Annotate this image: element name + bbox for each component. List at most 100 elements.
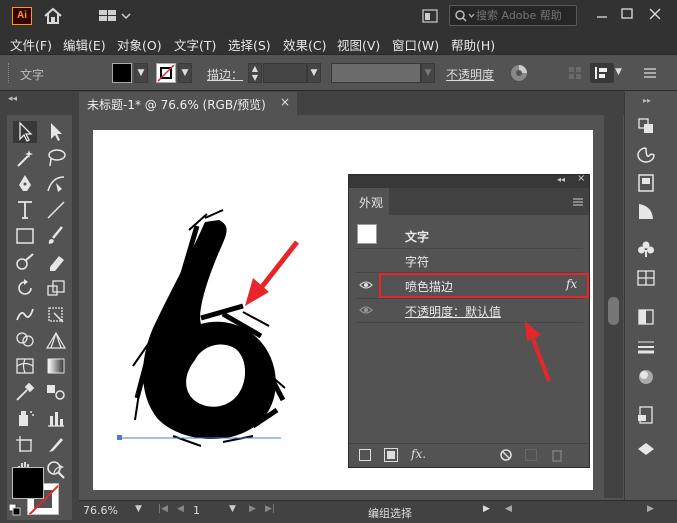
artboard-dropdown-icon[interactable]: ▼ [229,504,236,514]
artboard-tool-icon[interactable] [13,433,37,455]
layers-panel-icon[interactable] [634,114,658,136]
next-artboard-icon[interactable]: ▶ [249,504,256,514]
recolor-artwork-icon[interactable] [509,63,529,83]
tab-appearance[interactable]: 外观 [349,188,389,215]
appearance-row-type[interactable]: 文字 [355,221,583,249]
symbols-panel-icon[interactable] [634,238,658,260]
profile-dropdown[interactable]: ▼ [421,63,435,83]
transparency-panel-icon[interactable] [634,306,658,328]
fx-icon[interactable]: fx [566,277,577,291]
delete-item-icon[interactable] [551,448,563,462]
fill-dropdown[interactable]: ▼ [134,63,148,83]
fill-swatch[interactable] [112,63,132,83]
add-new-fill-icon[interactable] [384,448,398,462]
symbol-sprayer-tool-icon[interactable] [13,407,37,429]
vertical-scrollbar[interactable] [604,115,623,498]
variable-width-profile[interactable] [331,63,421,83]
stroke-weight-stepper[interactable]: ▲ ▼ [248,63,262,83]
selection-tool-icon[interactable] [13,121,37,143]
magic-wand-tool-icon[interactable] [13,147,37,169]
menu-window[interactable]: 窗口(W) [392,35,439,54]
stroke-weight-field[interactable] [263,63,307,83]
collapse-toolbox-icon[interactable]: ◂◂ [8,94,17,104]
scroll-left-icon[interactable]: ◀ [505,504,512,514]
first-artboard-icon[interactable]: |◀ [158,504,168,514]
stroke-weight-dropdown[interactable]: ▼ [307,63,321,83]
maximize-icon[interactable] [616,4,638,24]
swap-colors-icon[interactable] [52,465,66,477]
panel-menu-icon[interactable] [571,195,585,209]
menu-object[interactable]: 对象(O) [117,35,162,54]
column-graph-tool-icon[interactable] [44,407,68,429]
gradient-panel-icon[interactable] [634,200,658,222]
add-new-effect-icon[interactable]: fx. [411,447,426,461]
add-new-stroke-icon[interactable] [359,449,371,461]
warp-tool-icon[interactable] [13,303,37,325]
close-panel-icon[interactable]: × [577,173,585,184]
scroll-thumb[interactable] [608,297,619,325]
appearance-row-spray-stroke[interactable]: 喷色描边 fx [355,273,589,299]
minimize-icon[interactable] [591,4,613,24]
arrange-documents-icon[interactable] [421,8,439,24]
visibility-eye-icon[interactable] [359,303,373,317]
stroke-dropdown[interactable]: ▼ [178,63,192,83]
export-panel-icon[interactable] [634,404,658,426]
scroll-right-icon[interactable]: ▶ [647,504,654,514]
artboard-number[interactable]: 1 [193,504,200,517]
type-tool-icon[interactable] [13,199,37,221]
eraser-tool-icon[interactable] [44,251,68,273]
menu-edit[interactable]: 编辑(E) [63,35,106,54]
slice-tool-icon[interactable] [44,433,68,455]
perspective-grid-tool-icon[interactable] [44,329,68,351]
shape-builder-tool-icon[interactable] [13,329,37,351]
curvature-tool-icon[interactable] [44,173,68,195]
color-theme-panel-icon[interactable] [634,144,658,166]
appearance-row-characters[interactable]: 字符 [355,249,583,273]
collapse-panel-icon[interactable]: ◂◂ [557,175,565,184]
expand-panels-icon[interactable]: ▸▸ [643,96,651,105]
last-artboard-icon[interactable]: ▶| [265,504,275,514]
visibility-eye-icon[interactable] [359,278,373,292]
direct-selection-tool-icon[interactable] [44,121,68,143]
blend-tool-icon[interactable] [44,381,68,403]
line-tool-icon[interactable] [44,199,68,221]
zoom-level[interactable]: 76.6% [83,504,118,517]
previous-artboard-icon[interactable]: ◀ [177,504,184,514]
eyedropper-tool-icon[interactable] [13,381,37,403]
stroke-swatch[interactable] [156,63,176,83]
paintbrush-tool-icon[interactable] [44,225,68,247]
rectangle-tool-icon[interactable] [13,225,37,247]
align-icon[interactable] [567,65,583,81]
menu-help[interactable]: 帮助(H) [451,35,495,54]
help-search[interactable] [449,5,577,26]
stroke-panel-icon[interactable] [634,336,658,358]
transform-icon[interactable] [590,63,614,83]
appearance-panel-icon[interactable] [634,366,658,388]
close-document-icon[interactable]: × [280,95,290,109]
gradient-tool-icon[interactable] [44,355,68,377]
duplicate-item-icon[interactable] [525,449,537,461]
zoom-dropdown-icon[interactable]: ▼ [135,504,142,514]
menu-select[interactable]: 选择(S) [228,35,271,54]
status-menu-icon[interactable]: ▶ [483,504,490,514]
document-panel-icon[interactable] [634,172,658,194]
document-tab[interactable]: 未标题-1* @ 76.6% (RGB/预览) × [79,92,297,115]
control-menu-icon[interactable] [641,65,659,81]
scale-tool-icon[interactable] [44,277,68,299]
pen-tool-icon[interactable] [13,173,37,195]
clear-appearance-icon[interactable] [499,448,513,462]
rotate-tool-icon[interactable] [13,277,37,299]
menu-type[interactable]: 文字(T) [174,35,216,54]
home-icon[interactable] [42,6,64,26]
workspace-switcher-icon[interactable] [98,8,132,24]
menu-effect[interactable]: 效果(C) [283,35,326,54]
search-input[interactable] [476,7,574,24]
shaper-tool-icon[interactable] [13,251,37,273]
transform-dropdown[interactable]: ▼ [615,67,627,79]
menu-file[interactable]: 文件(F) [10,35,52,54]
mesh-tool-icon[interactable] [13,355,37,377]
close-icon[interactable] [644,4,666,24]
stroke-label[interactable]: 描边： [207,66,243,83]
lasso-tool-icon[interactable] [44,147,68,169]
menu-view[interactable]: 视图(V) [337,35,380,54]
